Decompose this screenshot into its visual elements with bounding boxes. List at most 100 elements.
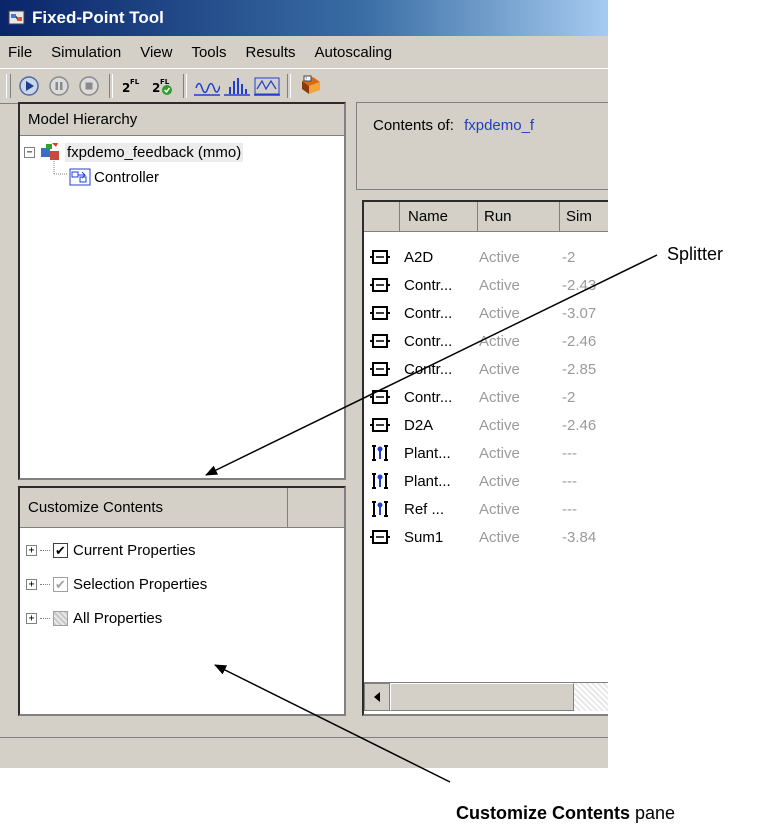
- table-row[interactable]: Sum1 Active -3.84: [364, 524, 608, 550]
- customize-contents-pane: Customize Contents + ✔ Current Propertie…: [18, 486, 346, 716]
- cell-sim: -2.85: [562, 360, 597, 378]
- svg-text:FL: FL: [130, 78, 140, 86]
- customize-contents-header: Customize Contents: [20, 488, 288, 528]
- cell-sim: -2.46: [562, 332, 597, 350]
- column-run-header[interactable]: Run: [478, 202, 560, 232]
- block-icon: [370, 387, 390, 407]
- toolbar-separator: [183, 74, 187, 98]
- all-properties-item[interactable]: + All Properties: [26, 606, 162, 630]
- menu-simulation[interactable]: Simulation: [43, 44, 132, 61]
- cell-sim: -2: [562, 388, 576, 406]
- help-icon[interactable]: ?: [298, 73, 324, 99]
- start-simulation-icon[interactable]: [16, 73, 42, 99]
- current-properties-checkbox[interactable]: ✔: [53, 542, 68, 558]
- cell-run: Active: [479, 472, 520, 490]
- cell-run: Active: [479, 304, 520, 322]
- signal-block-icon: [370, 499, 390, 519]
- scroll-left-button[interactable]: [364, 683, 390, 711]
- block-icon: [370, 331, 390, 351]
- model-hierarchy-pane: Model Hierarchy − fxpdemo_feedback (mmo)…: [18, 102, 346, 480]
- show-plot-icon[interactable]: [194, 73, 220, 99]
- cell-run: Active: [479, 388, 520, 406]
- table-row[interactable]: Contr... Active -2.43: [364, 272, 608, 298]
- cell-name: Contr...: [404, 360, 453, 378]
- expand-icon[interactable]: +: [26, 578, 37, 590]
- model-hierarchy-title: Model Hierarchy: [28, 111, 138, 128]
- app-icon: [8, 9, 26, 27]
- toolbar-grip[interactable]: [6, 74, 11, 98]
- cell-run: Active: [479, 528, 520, 546]
- tree-node-controller[interactable]: Controller: [53, 161, 159, 189]
- table-row[interactable]: Contr... Active -2.46: [364, 328, 608, 354]
- block-icon: [370, 275, 390, 295]
- window-title: Fixed-Point Tool: [32, 8, 164, 27]
- customize-contents-header-filler: [288, 488, 344, 528]
- model-icon: [41, 143, 59, 160]
- contents-of-line: Contents of: fxpdemo_f: [373, 117, 534, 134]
- column-sim-header[interactable]: Sim: [560, 202, 608, 232]
- customize-contents-callout-label: Customize Contents pane: [456, 803, 675, 824]
- pause-simulation-icon[interactable]: [46, 73, 72, 99]
- block-icon: [370, 415, 390, 435]
- expand-icon[interactable]: +: [26, 612, 37, 624]
- menu-file[interactable]: File: [0, 44, 43, 61]
- cell-run: Active: [479, 444, 520, 462]
- tree-dots-icon: [40, 549, 50, 551]
- menu-autoscaling[interactable]: Autoscaling: [307, 44, 404, 61]
- toolbar-separator: [287, 74, 291, 98]
- show-histogram-icon[interactable]: [224, 73, 250, 99]
- cell-name: Plant...: [404, 444, 451, 462]
- table-row[interactable]: Contr... Active -2: [364, 384, 608, 410]
- selection-properties-item[interactable]: + ✔ Selection Properties: [26, 572, 207, 596]
- table-row[interactable]: A2D Active -2: [364, 244, 608, 270]
- contents-grid-pane: Name Run Sim A2D Active -2 Contr... Active -2…: [362, 200, 608, 716]
- grid-corner: [364, 202, 400, 232]
- block-icon: [370, 527, 390, 547]
- cell-run: Active: [479, 360, 520, 378]
- cell-name: A2D: [404, 248, 434, 266]
- status-bar: [0, 737, 608, 768]
- selection-properties-checkbox[interactable]: ✔: [53, 576, 68, 592]
- cell-run: Active: [479, 416, 520, 434]
- cell-name: Sum1: [404, 528, 444, 546]
- tree-connector-icon: [53, 161, 68, 175]
- table-row[interactable]: Ref ... Active ---: [364, 496, 608, 522]
- table-row[interactable]: Plant... Active ---: [364, 440, 608, 466]
- menu-view[interactable]: View: [132, 44, 183, 61]
- contents-of-link[interactable]: fxpdemo_f: [464, 117, 534, 134]
- cell-sim: ---: [562, 472, 577, 490]
- table-row[interactable]: D2A Active -2.46: [364, 412, 608, 438]
- contents-of-label: Contents of:: [373, 117, 454, 134]
- cell-sim: -2: [562, 248, 576, 266]
- cell-name: Plant...: [404, 472, 451, 490]
- current-properties-label: Current Properties: [73, 541, 196, 559]
- menu-tools[interactable]: Tools: [183, 44, 237, 61]
- splitter-callout-label: Splitter: [667, 244, 724, 264]
- signal-block-icon: [370, 443, 390, 463]
- expand-icon[interactable]: +: [26, 544, 37, 556]
- cell-name: Ref ...: [404, 500, 445, 518]
- cell-name: Contr...: [404, 332, 453, 350]
- stop-simulation-icon[interactable]: [76, 73, 102, 99]
- svg-text:FL: FL: [160, 78, 170, 86]
- show-difference-plot-icon[interactable]: [254, 73, 280, 99]
- cell-run: Active: [479, 276, 520, 294]
- collapse-icon[interactable]: −: [24, 146, 35, 158]
- table-row[interactable]: Contr... Active -2.85: [364, 356, 608, 382]
- apply-fraction-lengths-icon[interactable]: 2 FL: [150, 73, 176, 99]
- horizontal-scrollbar[interactable]: [364, 682, 608, 711]
- cell-sim: -3.07: [562, 304, 597, 322]
- all-properties-checkbox[interactable]: [53, 610, 68, 626]
- current-properties-item[interactable]: + ✔ Current Properties: [26, 538, 196, 562]
- scroll-thumb[interactable]: [390, 683, 574, 711]
- cell-run: Active: [479, 332, 520, 350]
- vertical-splitter[interactable]: [346, 102, 356, 716]
- column-name-header[interactable]: Name: [400, 202, 478, 232]
- callout-bold-text: Customize Contents: [456, 803, 631, 823]
- propose-fraction-lengths-icon[interactable]: 2 FL: [120, 73, 146, 99]
- table-row[interactable]: Plant... Active ---: [364, 468, 608, 494]
- cell-sim: ---: [562, 500, 577, 518]
- table-row[interactable]: Contr... Active -3.07: [364, 300, 608, 326]
- cell-sim: -3.84: [562, 528, 597, 546]
- menu-results[interactable]: Results: [238, 44, 307, 61]
